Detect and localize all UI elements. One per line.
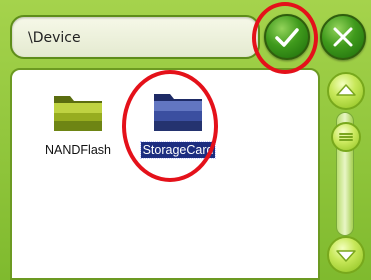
grip-icon: [339, 133, 353, 141]
x-icon: [333, 27, 353, 47]
triangle-up-icon: [336, 84, 356, 96]
scroll-up-button[interactable]: [327, 72, 365, 110]
close-button[interactable]: [320, 14, 366, 60]
folder-icon: [54, 96, 102, 131]
triangle-down-icon: [336, 250, 356, 262]
folder-item-nandflash[interactable]: NANDFlash: [28, 90, 128, 158]
path-text: \Device: [28, 30, 81, 46]
highlight-circle: [252, 2, 318, 74]
folder-label: NANDFlash: [45, 143, 111, 157]
highlight-circle: [122, 70, 218, 182]
path-bar[interactable]: \Device: [10, 15, 260, 59]
scrollbar-thumb[interactable]: [331, 122, 361, 152]
scroll-down-button[interactable]: [327, 236, 365, 274]
